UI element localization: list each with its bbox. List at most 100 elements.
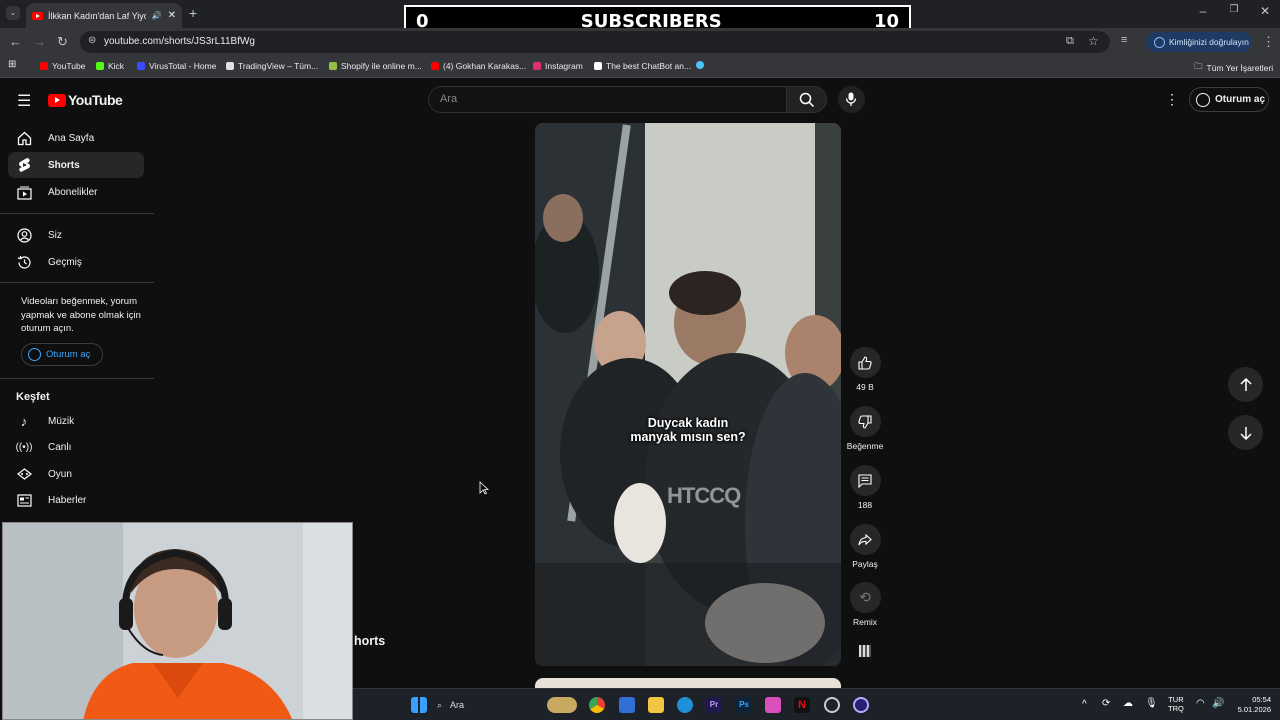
caption-line-1: Duycak kadın bbox=[647, 416, 729, 430]
volume-icon[interactable]: 🔊 bbox=[1212, 698, 1224, 709]
next-short-button[interactable] bbox=[1228, 415, 1263, 450]
sidebar-label: Geçmiş bbox=[48, 256, 82, 268]
close-window-button[interactable]: ✕ bbox=[1255, 4, 1275, 18]
bookmark-gokhan[interactable]: (4) Gokhan Karakas... bbox=[431, 61, 526, 71]
premiere-icon[interactable]: Pr bbox=[706, 697, 722, 713]
shorts-video-player[interactable]: Duycak kadın manyak mısın sen? HTCCQ bbox=[535, 123, 841, 666]
bookmark-youtube[interactable]: YouTube bbox=[40, 61, 85, 71]
widget-icon[interactable] bbox=[547, 697, 577, 713]
account-icon bbox=[28, 348, 41, 361]
signin-button-sidebar[interactable]: Oturum aç bbox=[21, 343, 103, 366]
chrome-menu-icon[interactable]: ⋮ bbox=[1262, 34, 1275, 50]
tray-overflow-icon[interactable]: ^ bbox=[1082, 699, 1087, 710]
hamburger-menu-icon[interactable]: ☰ bbox=[17, 91, 31, 111]
shorts-section-heading: horts bbox=[354, 634, 386, 648]
logo-text: YouTube bbox=[68, 92, 123, 108]
language-indicator[interactable]: TUR TRQ bbox=[1168, 695, 1184, 713]
explore-heading: Keşfet bbox=[16, 391, 50, 403]
thumbs-up-icon bbox=[849, 347, 881, 378]
media-controls-icon[interactable]: ≡ bbox=[1121, 34, 1127, 46]
sidebar-item-news[interactable]: Haberler bbox=[8, 487, 144, 513]
bookmark-chatbot[interactable]: The best ChatBot an... bbox=[594, 61, 691, 71]
bookmark-extra[interactable] bbox=[696, 61, 708, 69]
sidebar-label: Siz bbox=[48, 229, 62, 241]
share-button[interactable]: Paylaş bbox=[843, 524, 887, 569]
chrome-icon[interactable] bbox=[589, 697, 605, 713]
comments-button[interactable]: 188 bbox=[843, 465, 887, 510]
sidebar-label: Oyun bbox=[48, 468, 72, 480]
file-explorer-icon[interactable] bbox=[648, 697, 664, 713]
wifi-icon[interactable]: ◠ bbox=[1196, 698, 1205, 709]
tab-close-icon[interactable]: ✕ bbox=[168, 10, 176, 21]
sidebar-divider bbox=[0, 378, 154, 379]
bookmark-virustotal[interactable]: VirusTotal - Home bbox=[137, 61, 216, 71]
reload-button[interactable]: ↻ bbox=[57, 34, 68, 50]
settings-menu-icon[interactable]: ⋮ bbox=[1165, 91, 1179, 108]
tab-search-button[interactable]: ⌄ bbox=[6, 6, 20, 20]
all-bookmarks-folder[interactable]: 🗀 Tüm Yer İşaretleri bbox=[1194, 61, 1273, 75]
dislike-button[interactable]: Beğenme bbox=[843, 406, 887, 451]
minimize-button[interactable]: – bbox=[1193, 4, 1213, 18]
edge-icon[interactable] bbox=[677, 697, 693, 713]
taskbar-search-label: Ara bbox=[450, 700, 465, 710]
sidebar-item-subscriptions[interactable]: Abonelikler bbox=[8, 179, 144, 205]
voice-search-button[interactable] bbox=[838, 86, 865, 113]
browser-tab[interactable]: İlkkan Kadın'dan Laf Yiyor # 🔊 ✕ bbox=[26, 3, 182, 28]
forward-button[interactable]: → bbox=[33, 34, 46, 49]
clock-time: 05:54 bbox=[1252, 695, 1271, 704]
taskbar-search[interactable]: ⌕ Ara bbox=[437, 696, 537, 714]
microphone-icon bbox=[845, 92, 857, 106]
photoshop-icon[interactable]: Ps bbox=[736, 697, 752, 713]
search-input[interactable]: Ara bbox=[428, 86, 786, 113]
remix-button[interactable]: ⟲ Remix bbox=[843, 582, 887, 627]
sidebar-item-gaming[interactable]: Oyun bbox=[8, 461, 144, 487]
site-info-icon[interactable]: ⊜ bbox=[88, 35, 96, 46]
sidebar-item-home[interactable]: Ana Sayfa bbox=[8, 125, 144, 151]
audio-source-button[interactable] bbox=[843, 645, 887, 657]
windows-start-icon[interactable] bbox=[411, 697, 427, 713]
app-icon[interactable] bbox=[853, 697, 869, 713]
youtube-logo[interactable]: YouTube bbox=[48, 92, 123, 108]
bookmarks-bar: ⊞ YouTube Kick VirusTotal - Home Trading… bbox=[0, 56, 1280, 78]
sidebar-item-shorts[interactable]: Shorts bbox=[8, 152, 144, 178]
netflix-icon[interactable]: N bbox=[794, 697, 810, 713]
sidebar-item-music[interactable]: ♪ Müzik bbox=[8, 408, 144, 434]
onedrive-icon[interactable]: ☁ bbox=[1123, 698, 1133, 709]
previous-short-button[interactable] bbox=[1228, 367, 1263, 402]
bookmark-tradingview[interactable]: TradingView – Tüm... bbox=[226, 61, 318, 71]
apps-icon[interactable]: ⊞ bbox=[8, 59, 16, 70]
comment-count: 188 bbox=[857, 500, 873, 510]
bookmark-instagram[interactable]: Instagram bbox=[533, 61, 583, 71]
tray-app-icon[interactable]: ⟳ bbox=[1102, 698, 1110, 709]
sidebar-divider bbox=[0, 282, 154, 283]
bookmark-star-icon[interactable]: ☆ bbox=[1088, 34, 1099, 48]
signin-label: Oturum aç bbox=[1215, 94, 1266, 105]
verify-label: Kimliğinizi doğrulayın bbox=[1169, 37, 1249, 47]
speaker-icon[interactable]: 🔊 bbox=[152, 11, 162, 20]
new-tab-button[interactable]: + bbox=[189, 5, 197, 21]
sidebar-item-you[interactable]: Siz bbox=[8, 222, 144, 248]
bookmark-kick[interactable]: Kick bbox=[96, 61, 124, 71]
clock[interactable]: 05:54 5.01.2026 bbox=[1229, 695, 1271, 715]
search-button[interactable] bbox=[786, 86, 827, 113]
tab-title: İlkkan Kadın'dan Laf Yiyor # bbox=[48, 10, 146, 21]
signin-prompt-text: Videoları beğenmek, yorum yapmak ve abon… bbox=[21, 296, 141, 334]
app-icon[interactable] bbox=[765, 697, 781, 713]
maximize-button[interactable]: ❐ bbox=[1224, 4, 1244, 15]
video-caption: Duycak kadın manyak mısın sen? bbox=[535, 416, 841, 444]
app-icon[interactable] bbox=[824, 697, 840, 713]
music-note-icon: ♪ bbox=[20, 413, 28, 429]
bookmark-shopify[interactable]: Shopify ile online m... bbox=[329, 61, 422, 71]
gaming-icon bbox=[16, 466, 32, 482]
comment-icon bbox=[849, 465, 881, 496]
sidebar-item-live[interactable]: ((•)) Canlı bbox=[8, 434, 144, 460]
address-bar[interactable]: ⊜ youtube.com/shorts/JS3rL11BfWg ⧉ ☆ bbox=[80, 31, 1110, 53]
tray-mic-icon[interactable]: 🎙 bbox=[1145, 698, 1158, 709]
sidebar-item-history[interactable]: Geçmiş bbox=[8, 249, 144, 275]
like-button[interactable]: 49 B bbox=[843, 347, 887, 392]
store-icon[interactable] bbox=[619, 697, 635, 713]
install-icon[interactable]: ⧉ bbox=[1066, 35, 1074, 48]
signin-button-header[interactable]: Oturum aç bbox=[1189, 87, 1269, 112]
back-button[interactable]: ← bbox=[9, 34, 22, 49]
verify-identity-button[interactable]: Kimliğinizi doğrulayın bbox=[1146, 32, 1252, 52]
